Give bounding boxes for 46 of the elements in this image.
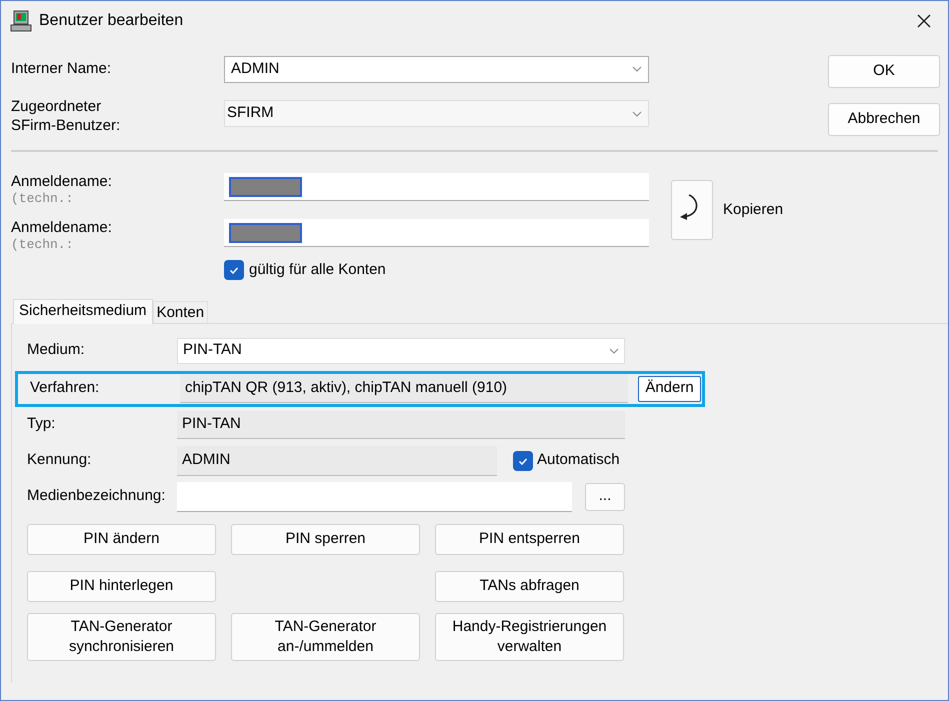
action-button[interactable]: TAN-Generator an-/ummelden bbox=[231, 612, 420, 660]
copy-button[interactable] bbox=[671, 180, 713, 240]
input-field[interactable] bbox=[224, 173, 649, 201]
input-field[interactable] bbox=[224, 219, 649, 247]
field-label: Verfahren: bbox=[29, 378, 100, 398]
action-button[interactable]: PIN hinterlegen bbox=[27, 570, 216, 602]
change-button[interactable]: Ändern bbox=[638, 376, 701, 402]
chevron-down-icon bbox=[632, 66, 642, 72]
dropdown[interactable]: SFIRM bbox=[224, 100, 649, 127]
field-label: Anmeldename: bbox=[11, 219, 113, 236]
field-label: Anmeldename: bbox=[11, 173, 113, 190]
button-label: Kopieren bbox=[723, 200, 784, 220]
dropdown[interactable]: PIN-TAN bbox=[177, 338, 625, 364]
read-only-field: PIN-TAN bbox=[177, 410, 625, 438]
checkbox[interactable] bbox=[513, 450, 533, 470]
field-hint: (techn.: bbox=[11, 236, 74, 253]
action-button[interactable]: TAN-Generator synchronisieren bbox=[27, 612, 216, 660]
action-button[interactable]: PIN sperren bbox=[231, 524, 420, 554]
checkbox[interactable] bbox=[224, 260, 244, 280]
close-icon bbox=[917, 14, 931, 28]
dialog-button[interactable]: OK bbox=[828, 55, 940, 88]
field-label: Medienbezeichnung: bbox=[26, 486, 166, 506]
dialog-button[interactable]: Abbrechen bbox=[828, 103, 940, 136]
chevron-down-icon bbox=[632, 110, 642, 116]
chevron-down-icon bbox=[609, 348, 619, 354]
tab[interactable]: Sicherheitsmedium bbox=[13, 298, 153, 324]
input-field[interactable] bbox=[177, 482, 572, 512]
checkbox-label: gültig für alle Konten bbox=[249, 260, 386, 280]
action-button[interactable]: TANs abfragen bbox=[435, 570, 624, 602]
field-hint: (techn.: bbox=[11, 190, 74, 207]
field-label: Zugeordneter SFirm-Benutzer: bbox=[11, 97, 122, 135]
more-button[interactable]: ... bbox=[585, 482, 625, 510]
dropdown[interactable]: ADMIN bbox=[224, 56, 649, 82]
action-button[interactable]: PIN ändern bbox=[27, 524, 216, 554]
read-only-field: chipTAN QR (913, aktiv), chipTAN manuell (910) bbox=[180, 374, 628, 402]
read-only-field: ADMIN bbox=[177, 446, 497, 476]
tab[interactable]: Konten bbox=[152, 300, 208, 322]
field-label: Medium: bbox=[26, 340, 86, 360]
checkbox-label: Automatisch bbox=[537, 450, 620, 470]
action-button[interactable]: PIN entsperren bbox=[435, 524, 624, 554]
field-label: Interner Name: bbox=[11, 58, 112, 79]
window-title: Benutzer bearbeiten bbox=[39, 11, 184, 31]
action-button[interactable]: Handy-Registrierungen verwalten bbox=[435, 612, 624, 660]
computer-icon bbox=[9, 9, 33, 33]
field-label: Kennung: bbox=[26, 450, 92, 470]
field-label: Typ: bbox=[26, 414, 56, 434]
